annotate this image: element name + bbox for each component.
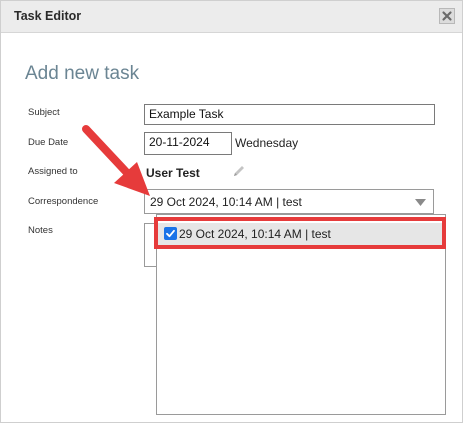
subject-label: Subject xyxy=(28,107,60,118)
task-editor-window: Task Editor Add new task Subject Example… xyxy=(0,0,463,423)
window-title: Task Editor xyxy=(14,9,82,23)
edit-assignee-button[interactable] xyxy=(232,164,246,183)
due-date-weekday: Wednesday xyxy=(235,136,299,150)
correspondence-label: Correspondence xyxy=(28,196,99,207)
due-date-input[interactable]: 20-11-2024 xyxy=(144,132,232,155)
page-heading: Add new task xyxy=(25,63,140,84)
notes-label: Notes xyxy=(28,225,53,236)
correspondence-select[interactable]: 29 Oct 2024, 10:14 AM | test xyxy=(144,189,434,214)
close-icon xyxy=(442,11,452,21)
due-date-label: Due Date xyxy=(28,137,69,148)
pencil-icon xyxy=(234,166,244,176)
assigned-to-value: User Test xyxy=(146,166,200,180)
chevron-down-icon xyxy=(415,199,426,206)
subject-input[interactable]: Example Task xyxy=(144,104,435,125)
correspondence-selected-value: 29 Oct 2024, 10:14 AM | test xyxy=(150,195,302,209)
highlight-box xyxy=(154,217,446,249)
assigned-to-label: Assigned to xyxy=(28,166,78,177)
close-button[interactable] xyxy=(439,8,455,24)
title-bar: Task Editor xyxy=(1,1,462,33)
